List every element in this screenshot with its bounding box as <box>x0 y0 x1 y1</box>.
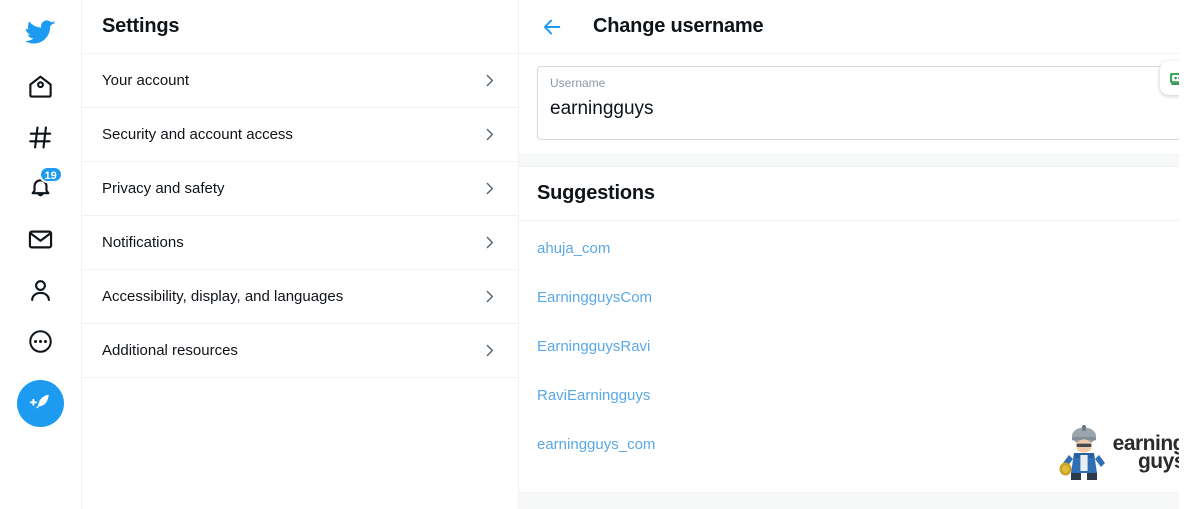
settings-header: Settings <box>82 0 518 54</box>
username-input[interactable]: Username earningguys <box>537 61 1194 140</box>
sidebar-item-accessibility-display-and-languages[interactable]: Accessibility, display, and languages <box>82 270 518 324</box>
suggestion-item[interactable]: RaviEarningguys <box>537 386 650 406</box>
detail-header: Change username <box>519 0 1199 54</box>
sidebar-item-privacy-and-safety[interactable]: Privacy and safety <box>82 162 518 216</box>
home-icon[interactable] <box>17 62 65 110</box>
change-username-panel: Change username Username earningguys Sug… <box>519 0 1200 509</box>
left-nav-rail: 19 <box>0 0 82 509</box>
sidebar-item-security-and-account-access[interactable]: Security and account access <box>82 108 518 162</box>
notifications-bell-icon[interactable]: 19 <box>17 164 65 212</box>
chevron-right-icon <box>481 288 498 305</box>
suggestion-item[interactable]: EarningguysRavi <box>537 337 650 357</box>
suggestion-item[interactable]: ahuja_com <box>537 239 610 259</box>
sidebar-item-label: Additional resources <box>102 342 238 359</box>
suggestions-title: Suggestions <box>537 182 655 204</box>
username-field-value: earningguys <box>550 98 654 119</box>
sidebar-item-label: Privacy and safety <box>102 180 225 197</box>
suggestion-item[interactable]: earningguys_com <box>537 435 655 455</box>
suggestions-header: Suggestions <box>519 167 1199 221</box>
suggestion-item[interactable]: EarningguysCom <box>537 288 652 308</box>
chevron-right-icon <box>481 180 498 197</box>
footer-band <box>519 492 1199 509</box>
chevron-right-icon <box>481 234 498 251</box>
sidebar-item-label: Security and account access <box>102 126 293 143</box>
chevron-right-icon <box>481 342 498 359</box>
chevron-right-icon <box>481 72 498 89</box>
back-arrow-icon[interactable] <box>537 12 567 42</box>
messages-envelope-icon[interactable] <box>17 215 65 263</box>
compose-tweet-button[interactable] <box>17 380 64 427</box>
twitter-logo-icon[interactable] <box>17 8 65 56</box>
sidebar-item-additional-resources[interactable]: Additional resources <box>82 324 518 378</box>
explore-hashtag-icon[interactable] <box>17 113 65 161</box>
section-divider-band <box>519 154 1199 167</box>
notifications-badge: 19 <box>38 166 63 183</box>
profile-person-icon[interactable] <box>17 266 65 314</box>
sidebar-item-your-account[interactable]: Your account <box>82 54 518 108</box>
chevron-right-icon <box>481 126 498 143</box>
username-field-label: Username <box>550 76 606 90</box>
more-ellipsis-icon[interactable] <box>17 317 65 365</box>
sidebar-item-label: Accessibility, display, and languages <box>102 288 344 305</box>
right-gutter <box>1179 0 1200 509</box>
settings-title: Settings <box>102 15 180 37</box>
sidebar-item-label: Your account <box>102 72 190 89</box>
sidebar-item-notifications[interactable]: Notifications <box>82 216 518 270</box>
suggestions-list: ahuja_com EarningguysCom EarningguysRavi… <box>519 221 1199 492</box>
settings-panel: Settings Your account Security and accou… <box>82 0 519 509</box>
sidebar-item-label: Notifications <box>102 234 184 251</box>
twitter-settings-screen: 19 Settings Your account Security and ac… <box>0 0 1200 509</box>
username-field-section: Username earningguys <box>519 54 1199 154</box>
page-title: Change username <box>593 15 764 37</box>
